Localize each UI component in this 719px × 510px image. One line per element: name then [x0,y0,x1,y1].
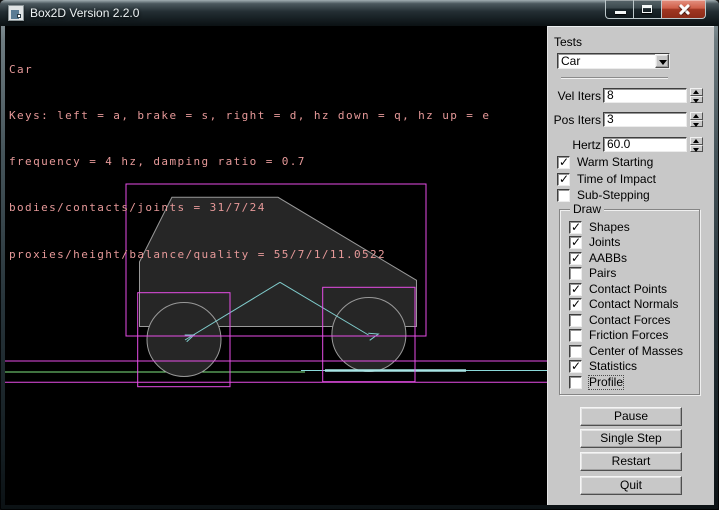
check-icon: ✓ [571,282,581,296]
spinner-down-icon[interactable] [690,96,703,104]
checkbox-box[interactable]: ✓ [569,314,582,327]
single-step-button[interactable]: Single Step [580,429,682,448]
spinner-up-icon[interactable] [690,88,703,96]
checkbox-label: Friction Forces [589,329,668,342]
checkbox-box[interactable]: ✓ [569,252,582,265]
checkbox-label: Pairs [589,267,616,280]
draw-groupbox-title: Draw [570,202,604,216]
hertz-spinner [690,137,703,152]
tests-dropdown-value: Car [561,54,580,68]
checkbox-box[interactable]: ✓ [569,360,582,373]
checkbox-box[interactable]: ✓ [569,221,582,234]
checkbox-box[interactable]: ✓ [569,345,582,358]
check-icon: ✓ [571,359,581,373]
app-window: Box2D Version 2.2.0 [0,0,719,510]
tests-label: Tests [554,35,582,49]
checkbox-label: Shapes [589,221,630,234]
vel-iters-spinner [690,88,703,103]
vel-iters-label: Vel Iters [548,89,601,104]
app-icon [8,5,24,21]
pos-iters-input[interactable]: 3 [603,112,687,127]
quit-button[interactable]: Quit [580,476,682,495]
simulation-canvas[interactable]: Car Keys: left = a, brake = s, right = d… [5,26,547,505]
hertz-input[interactable]: 60.0 [603,137,687,152]
spinner-up-icon[interactable] [690,137,703,145]
spinner-down-icon[interactable] [690,120,703,128]
checkbox-box[interactable]: ✓ [569,329,582,342]
checkbox-box[interactable]: ✓ [569,236,582,249]
checkbox-label: Center of Masses [589,345,683,358]
front-wheel [332,298,406,372]
checkbox-box[interactable]: ✓ [557,189,570,202]
close-icon [678,3,691,16]
checkbox-box[interactable]: ✓ [569,267,582,280]
minimize-button[interactable] [605,0,634,19]
checkbox-box[interactable]: ✓ [557,156,570,169]
title-bar[interactable]: Box2D Version 2.2.0 [0,0,719,26]
test-title: Car [9,62,490,77]
checkbox-label: Time of Impact [577,173,656,186]
chevron-down-icon[interactable] [655,54,669,68]
pos-iters-label: Pos Iters [548,113,601,128]
checkbox-box[interactable]: ✓ [569,298,582,311]
caption-buttons [605,0,706,19]
frequency-line: frequency = 4 hz, damping ratio = 0.7 [9,154,490,169]
keys-help-line: Keys: left = a, brake = s, right = d, hz… [9,108,490,123]
close-button[interactable] [661,0,706,19]
check-icon: ✓ [559,172,569,186]
checkbox-label: Contact Points [589,283,667,296]
checkbox-label: Contact Forces [589,314,670,327]
checkbox-label: Statistics [589,360,637,373]
checkbox-box[interactable]: ✓ [569,376,582,389]
pos-iters-spinner [690,112,703,127]
vel-iters-input[interactable]: 8 [603,88,687,103]
spinner-down-icon[interactable] [690,145,703,153]
checkbox-label: Sub-Stepping [577,189,650,202]
checkbox-label: Warm Starting [577,156,653,169]
check-icon: ✓ [571,251,581,265]
checkbox-label: Contact Normals [589,298,678,311]
restart-button[interactable]: Restart [580,452,682,471]
hertz-label: Hertz [548,138,601,153]
check-icon: ✓ [571,297,581,311]
control-panel: Tests Car Vel Iters 8 Pos Iters 3 Hertz … [547,26,714,505]
bodies-stats-line: bodies/contacts/joints = 31/7/24 [9,200,490,215]
check-icon: ✓ [571,235,581,249]
tests-dropdown[interactable]: Car [557,53,670,69]
window-title: Box2D Version 2.2.0 [30,6,139,20]
checkbox-label: Joints [589,236,620,249]
maximize-icon [642,5,652,13]
checkbox-label: Profile [589,376,623,389]
proxies-stats-line: proxies/height/balance/quality = 55/7/1/… [9,247,490,262]
separator [561,77,668,79]
checkbox-box[interactable]: ✓ [569,283,582,296]
rear-wheel [147,303,221,377]
debug-text-overlay: Car Keys: left = a, brake = s, right = d… [9,31,490,293]
check-icon: ✓ [571,220,581,234]
checkbox-label: AABBs [589,252,627,265]
minimize-icon [615,11,626,14]
maximize-button[interactable] [634,0,661,19]
check-icon: ✓ [559,155,569,169]
pause-button[interactable]: Pause [580,407,682,426]
checkbox-box[interactable]: ✓ [557,173,570,186]
spinner-up-icon[interactable] [690,112,703,120]
